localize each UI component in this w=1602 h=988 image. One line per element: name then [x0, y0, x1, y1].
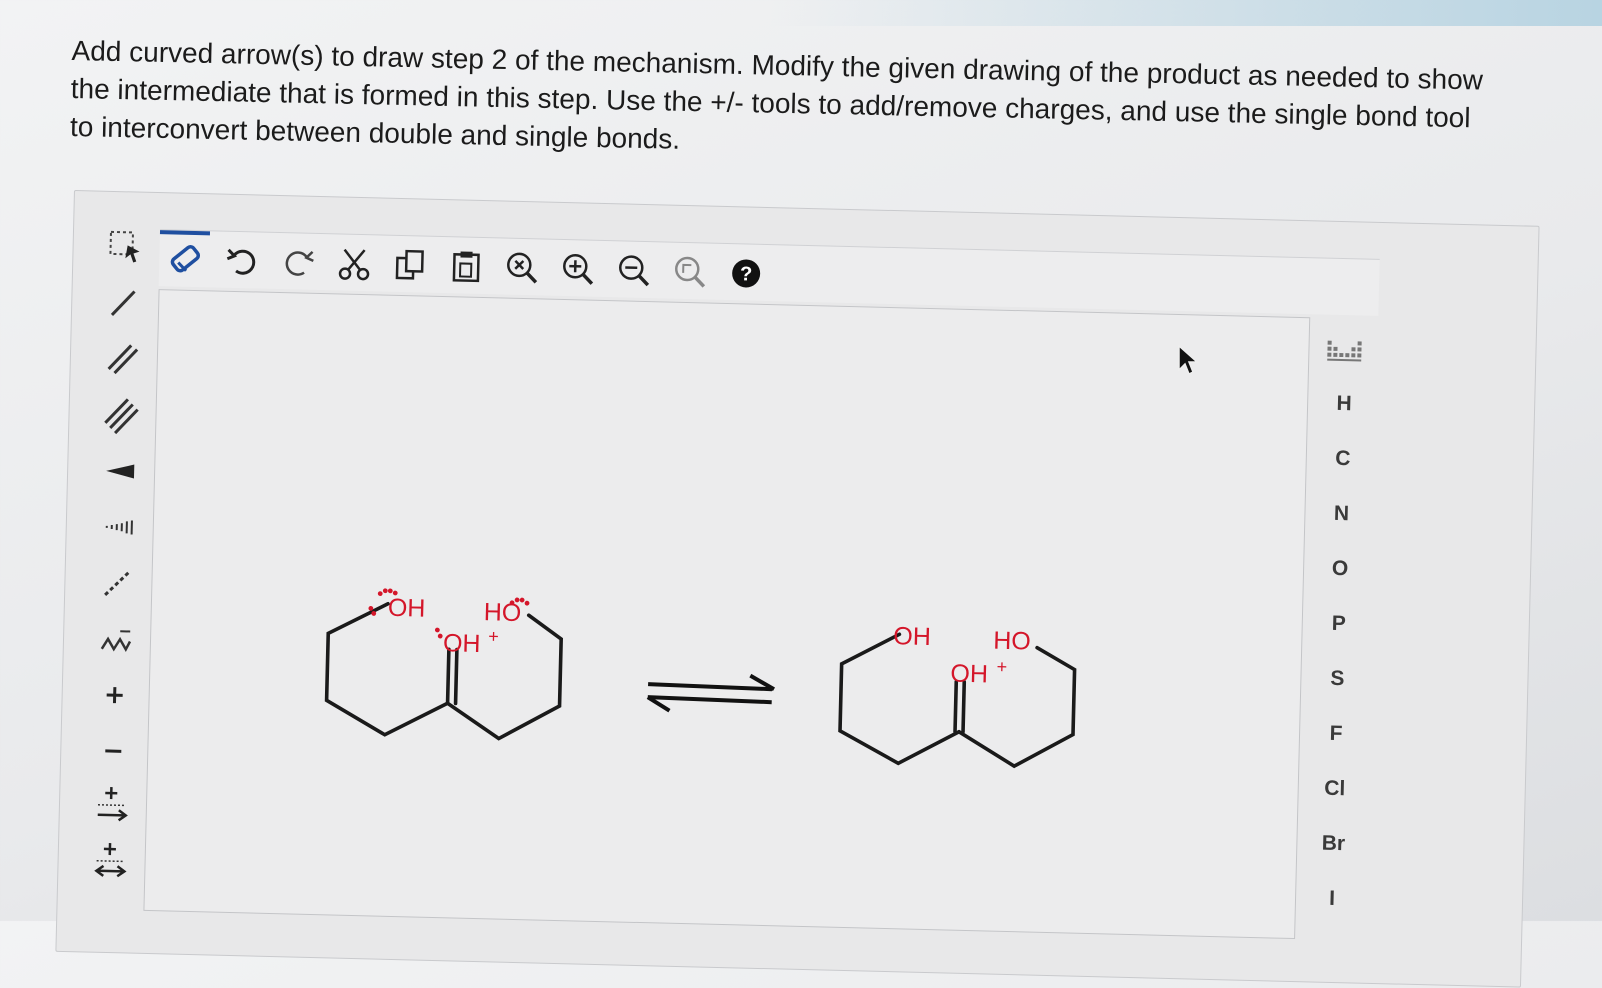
copy-button[interactable]: [385, 240, 436, 291]
zoom-out-icon: [614, 250, 655, 291]
arrow-pair-icon: [91, 785, 132, 830]
product-structure[interactable]: OH HO OH +: [839, 621, 1075, 768]
redo-button[interactable]: [273, 237, 324, 288]
curved-arrow-single-electron-tool[interactable]: [80, 837, 141, 888]
triple-bond-tool[interactable]: [91, 390, 152, 441]
paste-icon: [446, 246, 487, 287]
atom-c-button[interactable]: C: [1312, 438, 1373, 479]
zoom-reset-icon: [502, 247, 543, 288]
hash-bond-icon: [98, 507, 139, 548]
zoom-actual-icon: [670, 252, 711, 293]
wedge-bond-icon: [100, 451, 141, 492]
positive-charge-tool[interactable]: [84, 669, 145, 720]
plus-icon: [94, 675, 135, 716]
zoom-out-button[interactable]: [609, 245, 660, 296]
wedge-bond-tool[interactable]: [90, 445, 151, 496]
product-center-oh-label: OH: [950, 660, 988, 689]
paste-button[interactable]: [441, 241, 492, 292]
left-toolbar: [79, 222, 156, 923]
minus-icon: [93, 731, 134, 772]
chain-icon: [96, 619, 137, 660]
atom-f-button[interactable]: F: [1306, 713, 1367, 754]
dashed-bond-icon: [97, 563, 138, 604]
help-icon: ?: [726, 253, 767, 294]
atom-p-button[interactable]: P: [1308, 603, 1369, 644]
undo-button[interactable]: [217, 236, 268, 287]
mechanism-drawing: OH HO OH + OH HO O: [144, 290, 1309, 938]
atom-n-button[interactable]: N: [1311, 493, 1372, 534]
zoom-fit-button[interactable]: [497, 242, 548, 293]
marquee-select-icon: [105, 227, 146, 268]
question-prompt: Add curved arrow(s) to draw step 2 of th…: [70, 32, 1552, 177]
reactant-center-oh-label: OH: [443, 629, 481, 658]
window-top-strip: [0, 0, 1602, 26]
periodic-table-icon: [1325, 337, 1366, 364]
double-bond-icon: [102, 339, 143, 380]
reactant-charge-label: +: [488, 626, 499, 646]
help-button[interactable]: ?: [721, 248, 772, 299]
drawing-widget: ? OH HO OH +: [55, 190, 1539, 988]
eraser-icon: [164, 239, 205, 280]
redo-icon: [278, 242, 319, 283]
cut-button[interactable]: [329, 238, 380, 289]
atom-o-button[interactable]: O: [1310, 548, 1371, 589]
atom-i-button[interactable]: I: [1302, 878, 1363, 919]
hash-bond-tool[interactable]: [88, 501, 149, 552]
select-tool[interactable]: [95, 222, 156, 273]
triple-bond-icon: [101, 395, 142, 436]
double-bond-tool[interactable]: [92, 334, 153, 385]
reactant-left-oh-label: OH: [388, 594, 426, 623]
arrow-single-icon: [90, 841, 131, 886]
reactant-structure[interactable]: OH HO OH +: [326, 587, 563, 740]
periodic-table-button[interactable]: [1315, 329, 1376, 370]
single-bond-tool[interactable]: [94, 278, 155, 329]
negative-charge-tool[interactable]: [83, 725, 144, 776]
atom-cl-button[interactable]: Cl: [1304, 768, 1365, 809]
equilibrium-arrow-icon: [647, 673, 774, 713]
scissors-icon: [334, 243, 375, 284]
drawing-canvas[interactable]: OH HO OH + OH HO O: [143, 289, 1310, 939]
atom-h-button[interactable]: H: [1314, 383, 1375, 424]
reactant-right-ho-label: HO: [483, 598, 521, 627]
zoom-in-button[interactable]: [553, 244, 604, 295]
copy-icon: [390, 245, 431, 286]
single-bond-icon: [104, 283, 145, 324]
atom-toolbar: H C N O P S F Cl Br I: [1301, 329, 1376, 930]
dashed-bond-tool[interactable]: [87, 557, 148, 608]
zoom-in-icon: [558, 249, 599, 290]
erase-button[interactable]: [159, 230, 210, 285]
mouse-cursor-icon: [1176, 344, 1200, 378]
atom-br-button[interactable]: Br: [1303, 823, 1364, 864]
svg-text:?: ?: [740, 263, 753, 285]
chain-tool[interactable]: [85, 613, 146, 664]
curved-arrow-electron-pair-tool[interactable]: [81, 781, 142, 832]
undo-icon: [222, 241, 263, 282]
atom-s-button[interactable]: S: [1307, 658, 1368, 699]
product-right-ho-label: HO: [993, 627, 1031, 656]
product-charge-label: +: [996, 657, 1007, 677]
zoom-100-button[interactable]: [665, 246, 716, 297]
product-left-oh-label: OH: [893, 622, 931, 651]
